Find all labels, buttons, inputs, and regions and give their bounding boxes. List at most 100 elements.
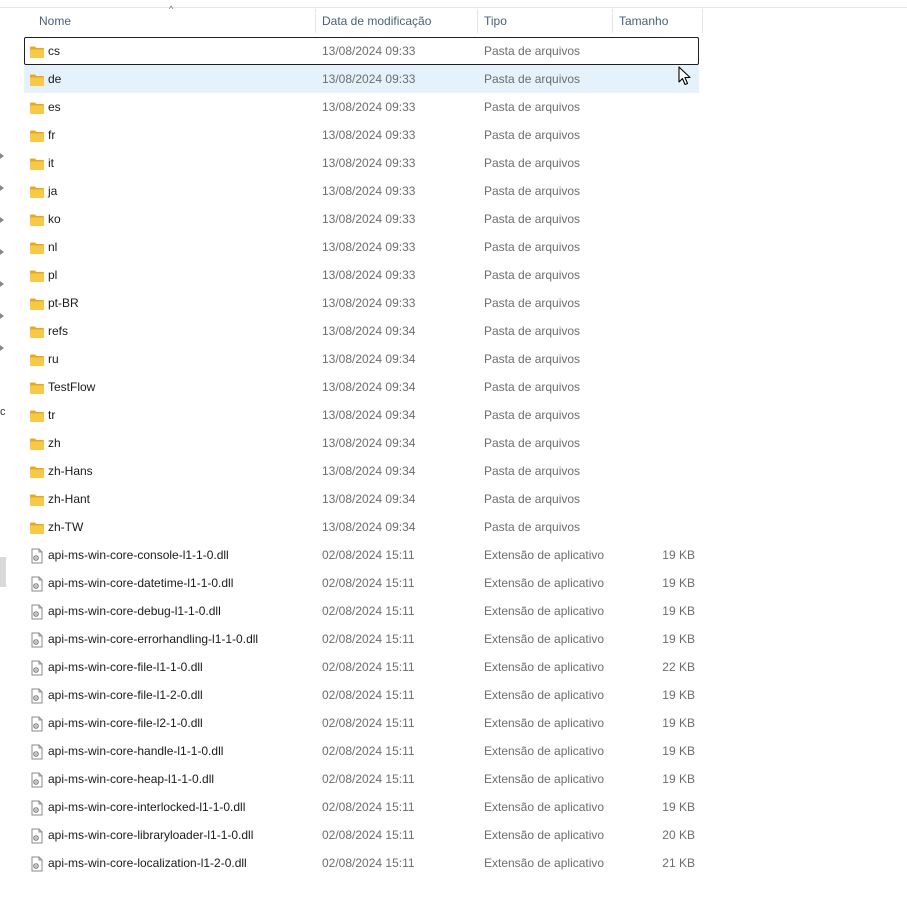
item-date-modified: 02/08/2024 15:11 <box>322 576 415 590</box>
dll-file-icon <box>29 771 45 788</box>
item-name: pt-BR <box>48 296 79 310</box>
file-row[interactable]: api-ms-win-core-file-l1-1-0.dll 02/08/202… <box>24 653 699 681</box>
column-header-date-modified[interactable]: Data de modificação <box>316 9 478 33</box>
item-type: Pasta de arquivos <box>484 380 581 394</box>
folder-icon <box>29 463 45 479</box>
item-type: Pasta de arquivos <box>484 44 581 58</box>
file-row[interactable]: api-ms-win-core-file-l1-2-0.dll 02/08/202… <box>24 681 699 709</box>
expand-arrow-icon[interactable] <box>0 153 4 159</box>
item-date-modified: 13/08/2024 09:33 <box>322 212 416 226</box>
item-date-modified: 13/08/2024 09:34 <box>322 352 416 366</box>
item-name: api-ms-win-core-heap-l1-1-0.dll <box>48 772 215 786</box>
item-name: api-ms-win-core-libraryloader-l1-1-0.dll <box>48 828 254 842</box>
expand-arrow-icon[interactable] <box>0 345 4 351</box>
item-name: api-ms-win-core-file-l1-2-0.dll <box>48 688 203 702</box>
expand-arrow-icon[interactable] <box>0 281 4 287</box>
folder-row[interactable]: cs 13/08/2024 09:33 Pasta de arquivos <box>24 37 699 65</box>
item-type: Extensão de aplicativo <box>484 856 605 870</box>
file-row[interactable]: api-ms-win-core-errorhandling-l1-1-0.dll… <box>24 625 699 653</box>
item-size: 20 KB <box>662 828 695 842</box>
file-row[interactable]: api-ms-win-core-file-l2-1-0.dll 02/08/202… <box>24 709 699 737</box>
column-header-type[interactable]: Tipo <box>478 9 613 33</box>
dll-file-icon <box>29 687 45 704</box>
item-date-modified: 02/08/2024 15:11 <box>322 548 415 562</box>
folder-row[interactable]: ko 13/08/2024 09:33 Pasta de arquivos <box>24 205 699 233</box>
item-name: api-ms-win-core-interlocked-l1-1-0.dll <box>48 800 246 814</box>
item-type: Extensão de aplicativo <box>484 800 605 814</box>
file-row[interactable]: api-ms-win-core-handle-l1-1-0.dll 02/08/2… <box>24 737 699 765</box>
expand-arrow-icon[interactable] <box>0 249 4 255</box>
item-type: Extensão de aplicativo <box>484 604 605 618</box>
folder-row[interactable]: es 13/08/2024 09:33 Pasta de arquivos <box>24 93 699 121</box>
item-name: TestFlow <box>48 380 96 394</box>
file-row[interactable]: api-ms-win-core-console-l1-1-0.dll 02/08/… <box>24 541 699 569</box>
window-top-divider <box>0 7 907 8</box>
folder-icon <box>29 183 45 199</box>
item-date-modified: 13/08/2024 09:33 <box>322 100 416 114</box>
folder-row[interactable]: zh-Hant 13/08/2024 09:34 Pasta de arquivos <box>24 485 699 513</box>
column-header-name[interactable]: Nome <box>33 9 316 33</box>
column-header-size[interactable]: Tamanho <box>613 9 703 33</box>
item-type: Pasta de arquivos <box>484 156 581 170</box>
folder-row[interactable]: pt-BR 13/08/2024 09:33 Pasta de arquivos <box>24 289 699 317</box>
file-row[interactable]: api-ms-win-core-interlocked-l1-1-0.dll 02… <box>24 793 699 821</box>
item-name: fr <box>48 128 56 142</box>
item-size: 19 KB <box>662 800 695 814</box>
item-type: Pasta de arquivos <box>484 352 581 366</box>
folder-row[interactable]: ru 13/08/2024 09:34 Pasta de arquivos <box>24 345 699 373</box>
folder-row[interactable]: ja 13/08/2024 09:33 Pasta de arquivos <box>24 177 699 205</box>
folder-icon <box>29 323 45 339</box>
item-type: Extensão de aplicativo <box>484 660 605 674</box>
item-name: ru <box>48 352 59 366</box>
item-date-modified: 13/08/2024 09:33 <box>322 156 416 170</box>
folder-row[interactable]: pl 13/08/2024 09:33 Pasta de arquivos <box>24 261 699 289</box>
folder-row[interactable]: nl 13/08/2024 09:33 Pasta de arquivos <box>24 233 699 261</box>
folder-row[interactable]: de 13/08/2024 09:33 Pasta de arquivos <box>24 65 699 93</box>
item-name: zh <box>48 436 61 450</box>
item-type: Pasta de arquivos <box>484 436 581 450</box>
folder-row[interactable]: refs 13/08/2024 09:34 Pasta de arquivos <box>24 317 699 345</box>
folder-icon <box>29 407 45 423</box>
item-name: pl <box>48 268 58 282</box>
file-row[interactable]: api-ms-win-core-libraryloader-l1-1-0.dll… <box>24 821 699 849</box>
item-size: 22 KB <box>662 660 695 674</box>
expand-arrow-icon[interactable] <box>0 313 4 319</box>
folder-row[interactable]: tr 13/08/2024 09:34 Pasta de arquivos <box>24 401 699 429</box>
item-name: tr <box>48 408 56 422</box>
file-row[interactable]: api-ms-win-core-datetime-l1-1-0.dll 02/08… <box>24 569 699 597</box>
item-name: api-ms-win-core-localization-l1-2-0.dll <box>48 856 247 870</box>
file-row[interactable]: api-ms-win-core-localization-l1-2-0.dll 0… <box>24 849 699 877</box>
folder-icon <box>29 491 45 507</box>
folder-row[interactable]: zh-Hans 13/08/2024 09:34 Pasta de arquivos <box>24 457 699 485</box>
item-size: 19 KB <box>662 604 695 618</box>
column-header-bar: Nome Data de modificação Tipo Tamanho <box>0 9 907 33</box>
item-size: 21 KB <box>662 856 695 870</box>
expand-arrow-icon[interactable] <box>0 217 4 223</box>
file-row[interactable]: api-ms-win-core-debug-l1-1-0.dll 02/08/20… <box>24 597 699 625</box>
folder-row[interactable]: zh 13/08/2024 09:34 Pasta de arquivos <box>24 429 699 457</box>
item-name: nl <box>48 240 58 254</box>
item-type: Extensão de aplicativo <box>484 632 605 646</box>
item-date-modified: 13/08/2024 09:34 <box>322 492 416 506</box>
item-date-modified: 13/08/2024 09:33 <box>322 72 416 86</box>
folder-row[interactable]: TestFlow 13/08/2024 09:34 Pasta de arquivo… <box>24 373 699 401</box>
item-name: zh-Hant <box>48 492 91 506</box>
folder-icon <box>29 155 45 171</box>
item-name: api-ms-win-core-file-l2-1-0.dll <box>48 716 203 730</box>
folder-row[interactable]: fr 13/08/2024 09:33 Pasta de arquivos <box>24 121 699 149</box>
dll-file-icon <box>29 855 45 872</box>
item-type: Extensão de aplicativo <box>484 828 605 842</box>
expand-arrow-icon[interactable] <box>0 185 4 191</box>
dll-file-icon <box>29 799 45 816</box>
folder-icon <box>29 71 45 87</box>
item-name: es <box>48 100 61 114</box>
file-row[interactable]: api-ms-win-core-heap-l1-1-0.dll 02/08/202… <box>24 765 699 793</box>
item-type: Pasta de arquivos <box>484 212 581 226</box>
item-date-modified: 13/08/2024 09:34 <box>322 436 416 450</box>
folder-row[interactable]: it 13/08/2024 09:33 Pasta de arquivos <box>24 149 699 177</box>
item-type: Pasta de arquivos <box>484 240 581 254</box>
item-name: zh-TW <box>48 520 84 534</box>
folder-row[interactable]: zh-TW 13/08/2024 09:34 Pasta de arquivos <box>24 513 699 541</box>
item-type: Extensão de aplicativo <box>484 688 605 702</box>
item-name: zh-Hans <box>48 464 93 478</box>
